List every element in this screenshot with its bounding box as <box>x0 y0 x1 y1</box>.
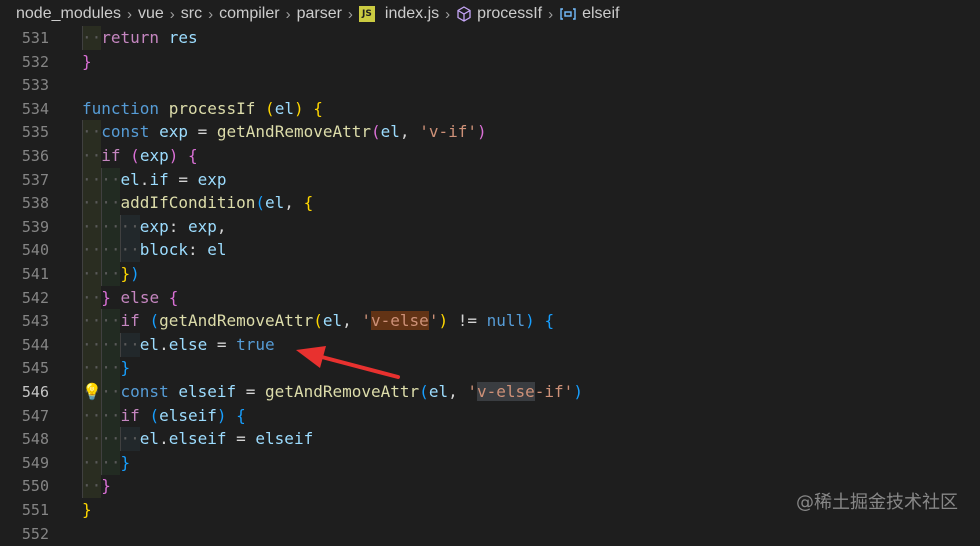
arrow-head <box>296 346 326 368</box>
red-arrow-annotation <box>296 346 400 379</box>
watermark: @稀土掘金技术社区 <box>796 492 958 513</box>
arrow-shaft <box>316 354 400 379</box>
